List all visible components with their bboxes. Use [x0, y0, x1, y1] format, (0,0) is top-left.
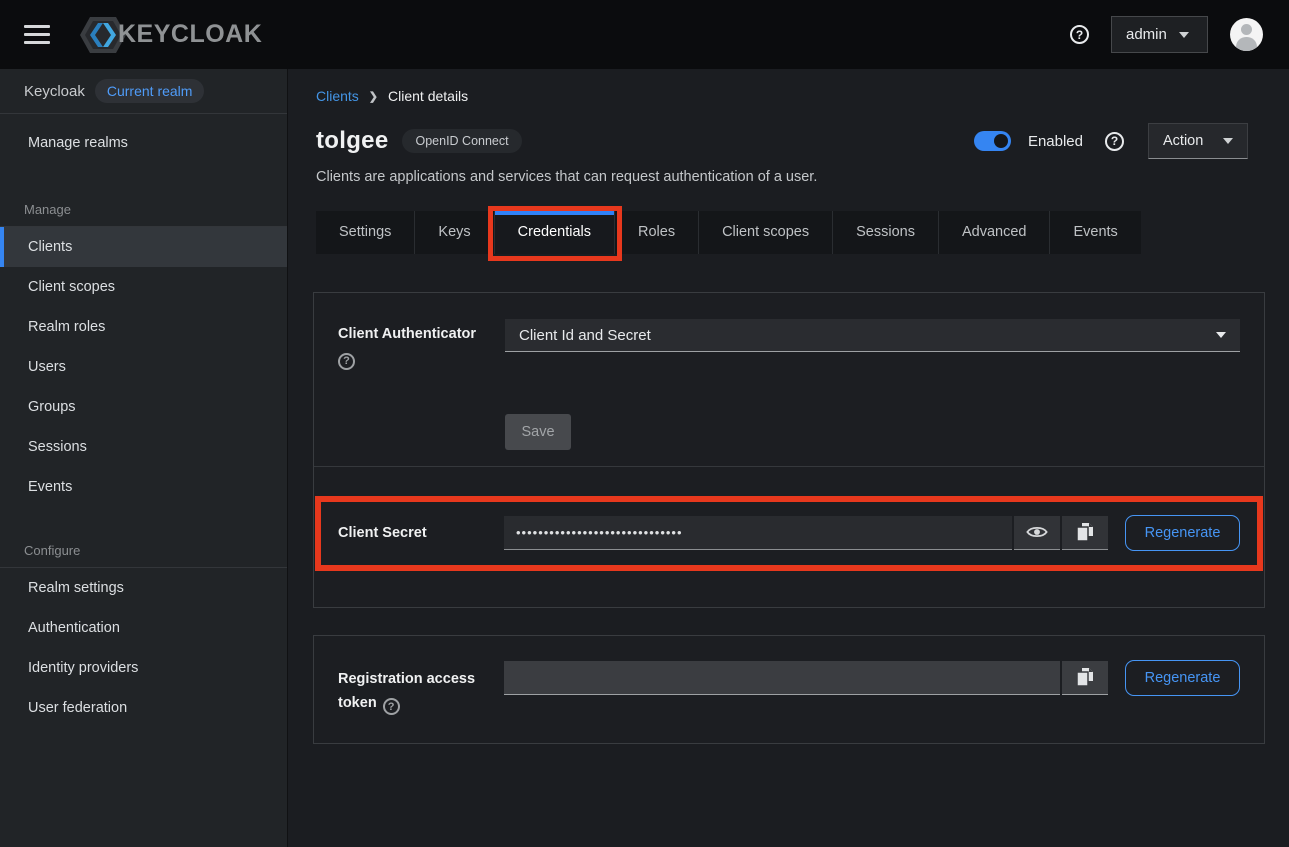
breadcrumb-current: Client details — [388, 88, 468, 104]
action-dropdown[interactable]: Action — [1148, 123, 1248, 159]
sidebar-item-manage-realms[interactable]: Manage realms — [0, 120, 287, 166]
regenerate-token-button[interactable]: Regenerate — [1125, 660, 1240, 696]
user-menu-dropdown[interactable]: admin — [1111, 16, 1208, 53]
page-header: tolgee OpenID Connect Enabled ? Action — [316, 123, 1248, 159]
realm-name-label: Keycloak — [24, 83, 85, 100]
credentials-panel: Client Authenticator ? Client Id and Sec… — [313, 292, 1265, 608]
client-authenticator-help-icon[interactable]: ? — [338, 353, 355, 370]
hamburger-menu-icon[interactable] — [24, 20, 50, 49]
eye-icon — [1026, 524, 1048, 540]
tab-credentials[interactable]: Credentials — [495, 211, 615, 254]
sidebar-item-realm-settings[interactable]: Realm settings — [0, 568, 287, 608]
sidebar-item-events[interactable]: Events — [0, 467, 287, 507]
tab-sessions[interactable]: Sessions — [833, 211, 939, 254]
avatar[interactable] — [1230, 18, 1263, 51]
copy-secret-button[interactable] — [1062, 516, 1108, 550]
copy-icon — [1076, 667, 1094, 687]
tab-events[interactable]: Events — [1050, 211, 1140, 254]
client-authenticator-select[interactable]: Client Id and Secret — [505, 319, 1240, 352]
sidebar-item-user-federation[interactable]: User federation — [0, 688, 287, 728]
breadcrumb-clients-link[interactable]: Clients — [316, 88, 359, 104]
page-title: tolgee — [316, 127, 388, 155]
sidebar-section-configure: Configure Realm settings Authentication … — [0, 533, 287, 728]
copy-icon — [1076, 522, 1094, 542]
sidebar: Keycloak Current realm Manage realms Man… — [0, 69, 288, 847]
tab-bar: Settings Keys Credentials Roles Client s… — [316, 211, 1289, 254]
sidebar-item-groups[interactable]: Groups — [0, 387, 287, 427]
current-realm-badge[interactable]: Current realm — [95, 79, 205, 103]
keycloak-logo: KEYCLOAK — [76, 13, 262, 57]
action-dropdown-label: Action — [1163, 133, 1203, 149]
registration-token-panel: Registration access token? Regenerate — [313, 635, 1265, 745]
client-authenticator-value: Client Id and Secret — [519, 327, 651, 344]
enabled-toggle[interactable] — [974, 131, 1011, 151]
page-description: Clients are applications and services th… — [316, 169, 1289, 185]
chevron-down-icon — [1216, 332, 1226, 338]
client-secret-label: Client Secret — [338, 525, 504, 541]
show-secret-button[interactable] — [1014, 516, 1060, 550]
sidebar-item-users[interactable]: Users — [0, 347, 287, 387]
username-label: admin — [1126, 26, 1167, 43]
tab-advanced[interactable]: Advanced — [939, 211, 1051, 254]
client-authenticator-label: Client Authenticator — [338, 326, 505, 342]
tab-client-scopes[interactable]: Client scopes — [699, 211, 833, 254]
registration-token-row: Registration access token? Regenerate — [338, 660, 1240, 716]
registration-token-help-icon[interactable]: ? — [383, 698, 400, 715]
client-secret-input[interactable] — [504, 516, 1012, 550]
copy-token-button[interactable] — [1062, 661, 1108, 695]
regenerate-secret-button[interactable]: Regenerate — [1125, 515, 1240, 551]
sidebar-item-authentication[interactable]: Authentication — [0, 608, 287, 648]
sidebar-item-realm-roles[interactable]: Realm roles — [0, 307, 287, 347]
sidebar-item-client-scopes[interactable]: Client scopes — [0, 267, 287, 307]
protocol-badge: OpenID Connect — [402, 129, 521, 153]
enabled-help-icon[interactable]: ? — [1105, 132, 1124, 151]
tab-keys[interactable]: Keys — [415, 211, 494, 254]
chevron-down-icon — [1179, 32, 1189, 38]
annotation-box-client-secret: Client Secret — [315, 496, 1263, 571]
breadcrumb: Clients ❯ Client details — [316, 88, 1289, 104]
save-button[interactable]: Save — [505, 414, 571, 450]
registration-token-input[interactable] — [504, 661, 1060, 695]
registration-token-input-group — [504, 661, 1108, 695]
section-label-manage: Manage — [0, 192, 287, 226]
sidebar-section-manage: Manage Clients Client scopes Realm roles… — [0, 192, 287, 507]
main-content: Clients ❯ Client details tolgee OpenID C… — [288, 69, 1289, 847]
tab-roles[interactable]: Roles — [615, 211, 699, 254]
chevron-down-icon — [1223, 138, 1233, 144]
registration-token-label: Registration access token? — [338, 660, 504, 716]
sidebar-item-identity-providers[interactable]: Identity providers — [0, 648, 287, 688]
divider — [314, 466, 1264, 467]
enabled-label: Enabled — [1028, 133, 1083, 150]
realm-switcher: Keycloak Current realm — [0, 69, 287, 114]
masthead: KEYCLOAK ? admin — [0, 0, 1289, 69]
section-label-configure: Configure — [0, 533, 287, 567]
sidebar-item-clients[interactable]: Clients — [0, 227, 287, 267]
help-icon[interactable]: ? — [1070, 25, 1089, 44]
tab-settings[interactable]: Settings — [316, 211, 415, 254]
sidebar-item-sessions[interactable]: Sessions — [0, 427, 287, 467]
client-secret-row: Client Secret — [321, 502, 1257, 565]
client-secret-input-group — [504, 516, 1108, 550]
breadcrumb-chevron-icon: ❯ — [369, 90, 378, 103]
logo-wordmark: KEYCLOAK — [118, 20, 262, 49]
